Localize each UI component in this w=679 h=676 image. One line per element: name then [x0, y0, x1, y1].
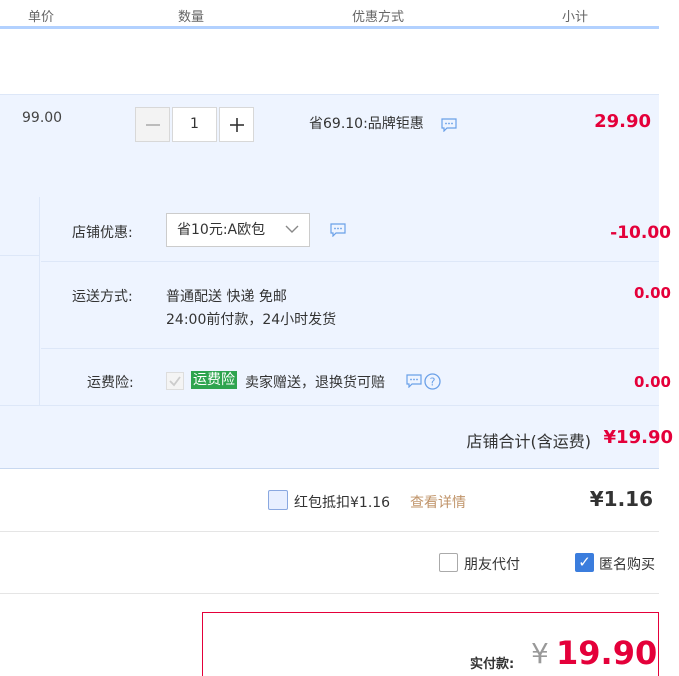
shop-left-column	[0, 197, 40, 405]
shop-coupon-value: -10.00	[610, 223, 671, 243]
payment-currency: ¥	[531, 637, 549, 670]
red-packet-details-link[interactable]: 查看详情	[410, 492, 466, 512]
shop-total-value: ¥19.90	[603, 427, 673, 448]
shop-coupon-selected: 省10元:A欧包	[177, 222, 266, 238]
insurance-checkbox	[166, 372, 184, 390]
payment-amount: 19.90	[556, 634, 658, 672]
friend-pay-label: 朋友代付	[464, 557, 520, 573]
insurance-text: 卖家赠送，退换货可赔	[245, 375, 385, 391]
header-discount: 优惠方式	[352, 10, 405, 25]
header-quantity: 数量	[178, 10, 205, 25]
plus-icon	[229, 118, 244, 132]
insurance-value: 0.00	[633, 373, 671, 391]
shop-total-label: 店铺合计(含运费)	[466, 432, 592, 451]
minus-icon	[145, 124, 160, 126]
shipping-label: 运送方式:	[72, 289, 133, 305]
red-packet-label: 红包抵扣¥1.16	[294, 495, 391, 511]
item-unit-price: 99.00	[22, 110, 63, 126]
red-packet-value: ¥1.16	[589, 487, 653, 511]
item-promo-text: 省69.10:品牌钜惠	[309, 116, 424, 132]
shipping-method: 普通配送 快递 免邮	[166, 289, 287, 305]
shipping-schedule: 24:00前付款，24小时发货	[166, 312, 337, 328]
quantity-plus-button[interactable]	[219, 107, 254, 142]
divider	[0, 255, 40, 256]
check-icon	[169, 376, 181, 387]
chat-icon[interactable]	[406, 374, 422, 388]
shop-coupon-label: 店铺优惠:	[72, 225, 133, 241]
header-unit-price: 单价	[28, 10, 55, 25]
header-subtotal: 小计	[562, 10, 589, 25]
shop-coupon-select[interactable]: 省10元:A欧包	[166, 213, 310, 247]
divider	[41, 261, 659, 262]
insurance-badge: 运费险	[191, 371, 237, 389]
anonymous-checkbox[interactable]: ✓	[575, 553, 594, 572]
chat-icon[interactable]	[441, 118, 457, 132]
divider	[0, 593, 659, 594]
divider	[0, 531, 659, 532]
svg-text:?: ?	[430, 376, 436, 389]
quantity-input[interactable]: 1	[172, 107, 217, 142]
shipping-value: 0.00	[633, 284, 671, 302]
chevron-down-icon	[285, 225, 299, 233]
help-icon[interactable]: ?	[424, 373, 441, 390]
payment-label: 实付款:	[470, 657, 515, 672]
item-subtotal: 29.90	[594, 111, 651, 132]
insurance-label: 运费险:	[87, 375, 134, 391]
friend-pay-checkbox[interactable]	[439, 553, 458, 572]
header-underline	[0, 26, 659, 29]
header-divider	[495, 0, 497, 26]
red-packet-checkbox[interactable]	[268, 490, 288, 510]
table-header: 单价 数量 优惠方式 小计	[0, 0, 659, 28]
quantity-minus-button[interactable]	[135, 107, 170, 142]
header-divider	[269, 0, 271, 26]
chat-icon[interactable]	[330, 223, 346, 237]
item-row	[0, 94, 659, 197]
header-divider	[118, 0, 120, 26]
anonymous-label: 匿名购买	[599, 557, 655, 573]
divider	[41, 348, 659, 349]
